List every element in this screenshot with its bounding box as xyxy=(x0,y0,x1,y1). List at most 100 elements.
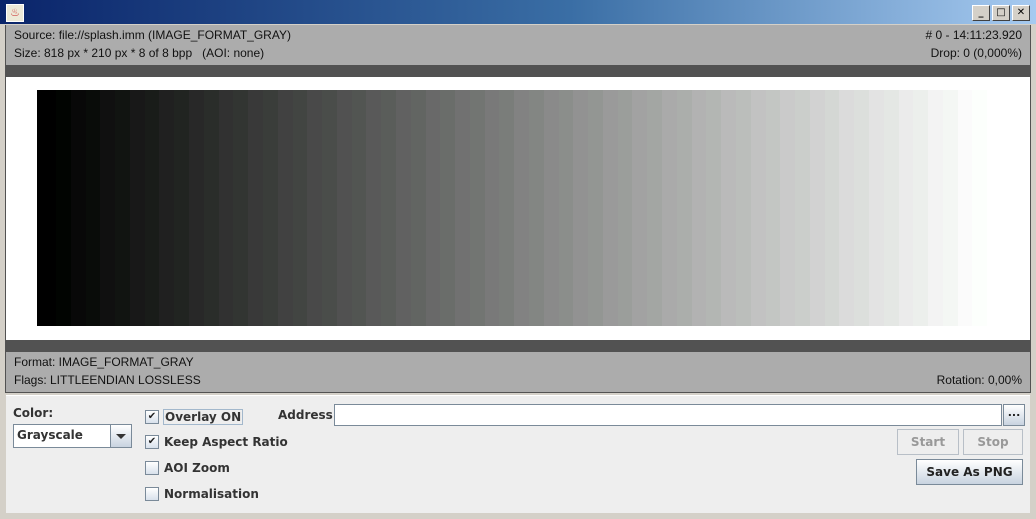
gradient-band xyxy=(248,90,263,326)
gradient-band xyxy=(617,90,633,326)
gradient-band xyxy=(292,90,308,326)
chevron-down-icon[interactable] xyxy=(110,425,131,447)
footer-info-bar: Format: IMAGE_FORMAT_GRAY Flags: LITTLEE… xyxy=(6,352,1030,392)
gradient-band xyxy=(499,90,515,326)
gradient-band xyxy=(721,90,736,326)
gradient-band xyxy=(514,90,529,326)
address-label: Address: xyxy=(278,408,338,422)
checkbox-unchecked-icon[interactable] xyxy=(145,487,159,501)
gradient-band xyxy=(455,90,470,326)
gradient-band xyxy=(381,90,396,326)
gradient-band xyxy=(647,90,663,326)
gradient-band xyxy=(529,90,544,326)
gradient-band xyxy=(706,90,722,326)
save-as-png-button[interactable]: Save As PNG xyxy=(916,459,1023,485)
checkbox-unchecked-icon[interactable] xyxy=(145,461,159,475)
gradient-band xyxy=(484,90,500,326)
gradient-band xyxy=(144,90,160,326)
keep-aspect-ratio-checkbox[interactable]: ✔ Keep Aspect Ratio xyxy=(145,435,289,449)
flags-text: Flags: LITTLEENDIAN LOSSLESS xyxy=(14,373,201,387)
gradient-band xyxy=(942,90,958,326)
gradient-band xyxy=(159,90,175,326)
start-button[interactable]: Start xyxy=(897,429,959,455)
address-input[interactable] xyxy=(334,404,1002,426)
gradient-band xyxy=(602,90,618,326)
gradient-band xyxy=(928,90,943,326)
gradient-band xyxy=(898,90,914,326)
gradient-band xyxy=(957,90,973,326)
gradient-band xyxy=(322,90,337,326)
maximize-button[interactable]: □ xyxy=(992,5,1010,21)
gradient-band xyxy=(913,90,929,326)
gradient-band xyxy=(277,90,293,326)
header-info-bar: Source: file://splash.imm (IMAGE_FORMAT_… xyxy=(6,25,1030,65)
gradient-band xyxy=(839,90,855,326)
controls-panel: Color: Grayscale ✔ Overlay ON ✔ Keep Asp… xyxy=(6,395,1030,513)
image-viewport[interactable] xyxy=(6,77,1030,340)
gradient-band xyxy=(37,90,56,326)
drop-text: Drop: 0 (0,000%) xyxy=(930,46,1022,60)
stop-button[interactable]: Stop xyxy=(963,429,1023,455)
gradient-band xyxy=(691,90,707,326)
gradient-band xyxy=(573,90,589,326)
minimize-button[interactable]: _ xyxy=(972,5,990,21)
gradient-band xyxy=(809,90,825,326)
gradient-band xyxy=(425,90,441,326)
java-app-icon: ♨ xyxy=(6,4,24,22)
aoi-zoom-label: AOI Zoom xyxy=(164,461,230,475)
gradient-band xyxy=(395,90,411,326)
gradient-band xyxy=(854,90,869,326)
color-selected-value: Grayscale xyxy=(17,428,83,442)
gradient-band xyxy=(676,90,692,326)
gradient-band xyxy=(780,90,796,326)
gradient-band xyxy=(129,90,145,326)
gradient-band xyxy=(588,90,603,326)
overlay-label: Overlay ON xyxy=(163,409,244,425)
gradient-band xyxy=(972,90,988,326)
checkbox-checked-icon[interactable]: ✔ xyxy=(145,410,159,424)
gradient-band xyxy=(765,90,781,326)
gradient-band xyxy=(558,90,574,326)
gradient-band xyxy=(366,90,382,326)
source-text: Source: file://splash.imm (IMAGE_FORMAT_… xyxy=(14,28,291,42)
browse-button[interactable]: ... xyxy=(1003,404,1025,426)
gradient-band xyxy=(351,90,367,326)
gradient-band xyxy=(336,90,352,326)
format-text: Format: IMAGE_FORMAT_GRAY xyxy=(14,355,194,369)
title-bar[interactable]: ♨ _ □ ✕ xyxy=(0,0,1036,25)
gradient-band xyxy=(189,90,204,326)
gradient-band xyxy=(70,90,86,326)
aoi-zoom-checkbox[interactable]: AOI Zoom xyxy=(145,461,231,475)
gradient-band xyxy=(56,90,71,326)
gradient-band xyxy=(100,90,116,326)
gradient-band xyxy=(750,90,766,326)
gradient-band xyxy=(868,90,884,326)
normalisation-label: Normalisation xyxy=(164,487,259,501)
gradient-band xyxy=(632,90,648,326)
gradient-band xyxy=(469,90,485,326)
gradient-band xyxy=(883,90,899,326)
gradient-band xyxy=(662,90,677,326)
overlay-checkbox[interactable]: ✔ Overlay ON xyxy=(145,409,244,425)
gradient-band xyxy=(233,90,249,326)
color-label: Color: xyxy=(13,406,54,420)
gradient-band xyxy=(824,90,840,326)
close-button[interactable]: ✕ xyxy=(1012,5,1030,21)
gradient-band xyxy=(440,90,456,326)
gradient-band xyxy=(203,90,219,326)
rotation-text: Rotation: 0,00% xyxy=(936,373,1022,387)
color-combobox[interactable]: Grayscale xyxy=(13,424,132,448)
gradient-band xyxy=(174,90,190,326)
gradient-band xyxy=(543,90,559,326)
checkbox-checked-icon[interactable]: ✔ xyxy=(145,435,159,449)
gradient-band xyxy=(218,90,234,326)
frame-timestamp: # 0 - 14:11:23.920 xyxy=(925,28,1022,42)
gradient-band xyxy=(795,90,810,326)
size-text: Size: 818 px * 210 px * 8 of 8 bpp (AOI:… xyxy=(14,46,265,60)
gradient-band xyxy=(262,90,278,326)
normalisation-checkbox[interactable]: Normalisation xyxy=(145,487,260,501)
gradient-band xyxy=(85,90,101,326)
gradient-band xyxy=(115,90,130,326)
gradient-band xyxy=(410,90,426,326)
gradient-band xyxy=(307,90,323,326)
